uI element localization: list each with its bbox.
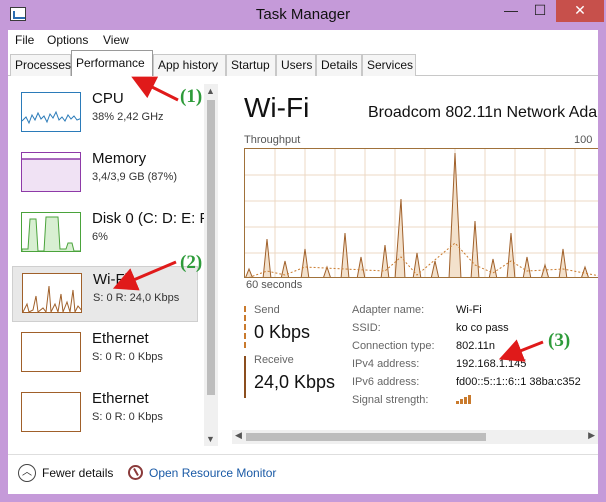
task-manager-window: Task Manager — ☐ ✕ File Options View Pro… <box>0 0 606 502</box>
tab-startup[interactable]: Startup <box>226 54 276 76</box>
annotation-1: (1) <box>180 86 203 107</box>
prop-connection-type-value: 802.11n <box>456 340 495 352</box>
fewer-details-link[interactable]: Fewer details <box>42 466 113 480</box>
annotation-2: (2) <box>180 252 203 273</box>
resource-ethernet-2[interactable]: Ethernet S: 0 R: 0 Kbps <box>12 386 198 442</box>
resource-memory[interactable]: Memory 3,4/3,9 GB (87%) <box>12 146 198 202</box>
send-value: 0 Kbps <box>254 322 311 342</box>
resource-disk[interactable]: Disk 0 (C: D: E: F 6% <box>12 206 204 262</box>
annotation-3: (3) <box>548 330 571 351</box>
resource-stat: S: 0 R: 0 Kbps <box>92 411 163 423</box>
menu-view[interactable]: View <box>103 33 129 47</box>
resource-list: CPU 38% 2,42 GHz Memory 3,4/3,9 GB (87%)… <box>8 84 204 446</box>
throughput-max: 100 <box>574 134 593 146</box>
tab-details[interactable]: Details <box>316 54 362 76</box>
resource-name: CPU <box>92 90 124 107</box>
prop-connection-type-label: Connection type: <box>352 340 435 352</box>
disk-thumbnail-graph <box>21 212 81 252</box>
tab-processes[interactable]: Processes <box>10 54 71 76</box>
resource-wifi[interactable]: Wi-Fi S: 0 R: 24,0 Kbps <box>12 266 198 322</box>
prop-ipv4-label: IPv4 address: <box>352 358 420 370</box>
prop-adapter-name-label: Adapter name: <box>352 304 425 316</box>
time-span-label: 60 seconds <box>246 279 303 291</box>
resource-stat: S: 0 R: 24,0 Kbps <box>93 292 180 304</box>
resource-list-scrollbar[interactable]: ▲ ▼ <box>204 84 218 446</box>
throughput-label: Throughput <box>244 134 301 146</box>
detail-horizontal-scrollbar[interactable]: ◀ ▶ <box>232 430 598 444</box>
tab-users[interactable]: Users <box>276 54 316 76</box>
open-resource-monitor-link[interactable]: Open Resource Monitor <box>149 466 276 480</box>
scroll-left-icon[interactable]: ◀ <box>235 430 242 441</box>
scroll-up-icon[interactable]: ▲ <box>206 86 215 96</box>
tab-performance[interactable]: Performance <box>71 50 153 77</box>
close-button[interactable]: ✕ <box>556 0 604 22</box>
adapter-name-heading: Broadcom 802.11n Network Adap <box>368 104 598 121</box>
tab-app-history[interactable]: App history <box>153 54 226 76</box>
resource-stat: S: 0 R: 0 Kbps <box>92 351 163 363</box>
minimize-button[interactable]: — <box>497 0 525 22</box>
resource-name: Memory <box>92 150 147 167</box>
resource-ethernet-1[interactable]: Ethernet S: 0 R: 0 Kbps <box>12 326 198 382</box>
chevron-up-icon[interactable]: ︿ <box>18 464 36 482</box>
menu-file[interactable]: File <box>15 33 34 47</box>
resource-cpu[interactable]: CPU 38% 2,42 GHz <box>12 86 198 142</box>
memory-thumbnail-graph <box>21 152 81 192</box>
prop-ipv4-value: 192.168.1.145 <box>456 358 527 370</box>
scroll-down-icon[interactable]: ▼ <box>206 434 215 444</box>
prop-adapter-name-value: Wi-Fi <box>456 304 482 316</box>
throughput-graph <box>244 148 598 278</box>
prop-ssid-label: SSID: <box>352 322 381 334</box>
wifi-detail-pane: Wi-Fi Broadcom 802.11n Network Adap Thro… <box>226 84 598 446</box>
title-bar[interactable]: Task Manager — ☐ ✕ <box>0 0 606 30</box>
prop-ipv6-value: fd00::5::1::6::1 38ba:c352 <box>456 376 581 388</box>
prop-ssid-value: ko co pass <box>456 322 509 334</box>
receive-value: 24,0 Kbps <box>254 372 336 392</box>
receive-indicator <box>244 356 247 398</box>
resource-monitor-icon[interactable] <box>128 465 143 480</box>
scroll-right-icon[interactable]: ▶ <box>588 430 595 441</box>
tab-bar: Processes Performance App history Startu… <box>8 50 598 77</box>
prop-ipv6-label: IPv6 address: <box>352 376 420 388</box>
tab-services[interactable]: Services <box>362 54 416 76</box>
wifi-thumbnail-graph <box>22 273 82 313</box>
resource-name: Wi-Fi <box>93 271 128 288</box>
resource-stat: 6% <box>92 231 108 243</box>
footer-bar: ︿ Fewer details Open Resource Monitor <box>8 454 598 494</box>
signal-strength-icon <box>456 392 474 404</box>
resource-name: Ethernet <box>92 390 149 407</box>
menu-bar: File Options View <box>8 30 598 50</box>
send-label: Send <box>254 304 280 316</box>
ethernet-thumbnail-graph <box>21 332 81 372</box>
maximize-button[interactable]: ☐ <box>526 0 554 22</box>
detail-title: Wi-Fi <box>244 92 310 123</box>
receive-label: Receive <box>254 354 294 366</box>
menu-options[interactable]: Options <box>47 33 88 47</box>
scrollbar-thumb[interactable] <box>207 100 215 395</box>
scrollbar-thumb[interactable] <box>246 433 486 441</box>
resource-stat: 38% 2,42 GHz <box>92 111 164 123</box>
resource-name: Ethernet <box>92 330 149 347</box>
prop-signal-strength-label: Signal strength: <box>352 394 429 406</box>
cpu-thumbnail-graph <box>21 92 81 132</box>
resource-stat: 3,4/3,9 GB (87%) <box>92 171 177 183</box>
resource-name: Disk 0 (C: D: E: F <box>92 210 204 227</box>
send-indicator <box>244 306 247 348</box>
ethernet-thumbnail-graph <box>21 392 81 432</box>
